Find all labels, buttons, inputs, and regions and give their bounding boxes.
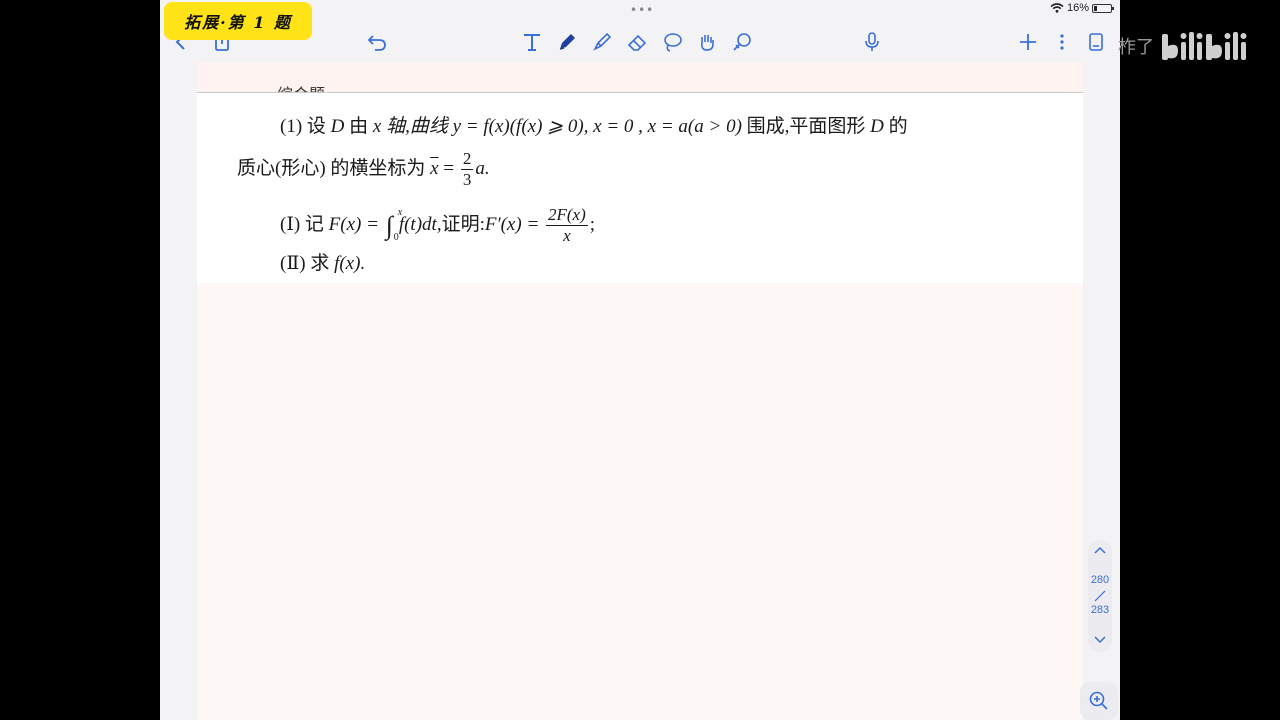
problem-crop: (1) 设 D 由 x 轴,曲线 y = f(x)(f(x) ⩾ 0), x =… xyxy=(197,93,1083,283)
page-tag-label: 拓展·第 1 题 xyxy=(164,2,312,40)
wifi-icon xyxy=(1050,3,1064,13)
zoom-in-icon xyxy=(1089,691,1108,710)
battery-percent: 16% xyxy=(1067,2,1090,14)
shape-icon[interactable] xyxy=(728,28,756,56)
mic-icon[interactable] xyxy=(858,28,886,56)
pen-icon[interactable] xyxy=(553,28,581,56)
page-separator xyxy=(1094,590,1106,602)
chevron-up-icon[interactable] xyxy=(1093,544,1107,558)
tablet-screen: ••• 16% (1) 设 D 由 x 轴,曲线 y = f(x)(f(x) ⩾… xyxy=(160,0,1120,720)
hand-icon[interactable] xyxy=(693,28,721,56)
chevron-down-icon[interactable] xyxy=(1093,632,1107,646)
integral-sign: ∫ x 0 xyxy=(385,206,403,243)
eraser-icon[interactable] xyxy=(623,28,651,56)
page-navigator[interactable]: 280 283 xyxy=(1088,540,1112,652)
zoom-button[interactable] xyxy=(1080,682,1118,720)
previous-content-strip: 综合题 xyxy=(197,62,1083,92)
fraction-2Fx-over-x: 2F(x) x xyxy=(546,205,588,245)
battery-icon xyxy=(1092,4,1114,13)
lasso-icon[interactable] xyxy=(658,28,686,56)
more-icon[interactable] xyxy=(1048,28,1076,56)
multitasking-dots[interactable]: ••• xyxy=(630,3,654,17)
problem-part-2: (Ⅱ) 求 f(x). xyxy=(280,253,366,274)
problem-line-2: 质心(形心) 的横坐标为 x = 2 3 a. xyxy=(237,149,490,189)
current-page: 280 xyxy=(1090,574,1110,586)
bilibili-watermark: 柞了 xyxy=(1118,22,1256,70)
bilibili-logo-icon xyxy=(1162,32,1247,60)
add-icon[interactable] xyxy=(1014,28,1042,56)
cutoff-heading: 综合题 xyxy=(277,81,325,92)
problem-part-1: (Ⅰ) 记 F(x) = ∫ x 0 f(t)dt,证明:F′(x) = 2F(x) … xyxy=(280,205,596,245)
watermark-text: 柞了 xyxy=(1118,37,1154,58)
total-pages: 283 xyxy=(1090,604,1110,616)
pages-icon[interactable] xyxy=(1082,28,1110,56)
text-tool-icon[interactable] xyxy=(518,28,546,56)
document-page[interactable]: 综合题 (1) 设 D 由 x 轴,曲线 y = f(x)(f(x) ⩾ 0),… xyxy=(197,62,1083,720)
undo-icon[interactable] xyxy=(363,28,391,56)
fraction-two-thirds: 2 3 xyxy=(460,149,474,189)
problem-line-1: (1) 设 D 由 x 轴,曲线 y = f(x)(f(x) ⩾ 0), x =… xyxy=(280,116,908,137)
highlighter-icon[interactable] xyxy=(588,28,616,56)
